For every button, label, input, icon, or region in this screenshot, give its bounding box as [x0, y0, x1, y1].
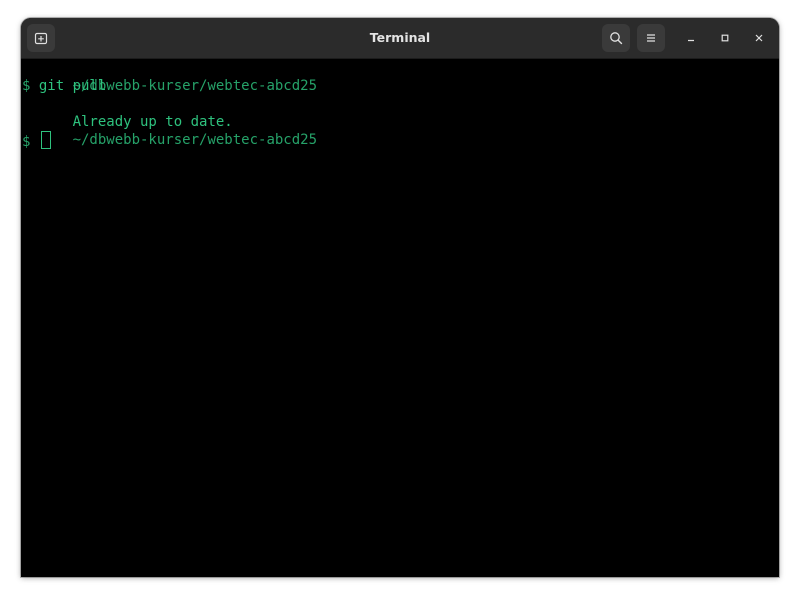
close-button[interactable]: [747, 26, 771, 50]
prompt-symbol: $: [22, 134, 39, 150]
window-title: Terminal: [369, 30, 431, 45]
search-icon: [609, 31, 623, 45]
maximize-icon: [720, 33, 730, 43]
hamburger-menu-icon: [645, 32, 657, 44]
close-icon: [754, 33, 764, 43]
prompt-symbol: $: [22, 78, 39, 94]
minimize-button[interactable]: [679, 26, 703, 50]
working-directory: ~/dbwebb-kurser/webtec-abcd25: [72, 78, 318, 94]
header-bar: Terminal: [21, 18, 779, 59]
terminal-window: Terminal ~/dbwebb-kurser/webtec-abcd25 $…: [21, 18, 779, 577]
maximize-button[interactable]: [713, 26, 737, 50]
minimize-icon: [686, 33, 696, 43]
command-text: git pull: [38, 78, 107, 94]
terminal-output[interactable]: ~/dbwebb-kurser/webtec-abcd25 $ git pull…: [21, 59, 779, 577]
text-cursor: [40, 131, 51, 149]
command-output: Already up to date.: [72, 114, 233, 130]
search-button[interactable]: [602, 24, 630, 52]
terminal-line-path: ~/dbwebb-kurser/webtec-abcd25: [21, 59, 779, 94]
working-directory: ~/dbwebb-kurser/webtec-abcd25: [72, 132, 318, 148]
terminal-line-output: Already up to date.: [21, 95, 779, 130]
menu-button[interactable]: [637, 24, 665, 52]
